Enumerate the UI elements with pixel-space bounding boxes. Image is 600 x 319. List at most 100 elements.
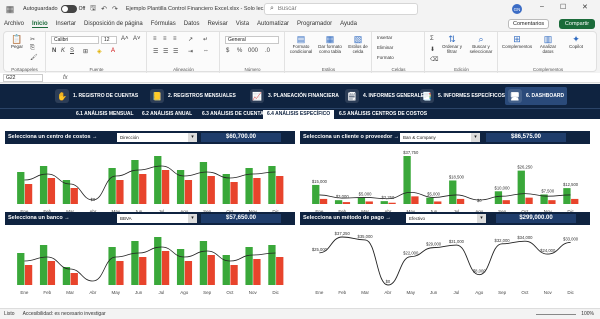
font-color-icon[interactable]: A — [111, 48, 115, 54]
share-button[interactable]: Compartir — [559, 19, 595, 29]
delete-cells-button[interactable]: Eliminar — [377, 45, 393, 50]
comma-icon[interactable]: 000 — [248, 48, 258, 54]
dropdown-arrow-icon[interactable]: ▾ — [188, 214, 197, 223]
format-as-table-label: Dar formato como tabla — [318, 44, 342, 54]
group-label: Celdas — [391, 67, 406, 72]
format-painter-icon[interactable]: 🖌 — [30, 54, 38, 61]
borders-icon[interactable]: ⊞ — [83, 48, 88, 55]
font-name-select[interactable]: Calibri — [51, 36, 99, 44]
maximize-icon[interactable]: ☐ — [560, 3, 566, 11]
autosum-icon[interactable]: Σ — [430, 36, 434, 42]
undo-icon[interactable]: ↶ — [101, 5, 107, 13]
bar-income-8 — [199, 241, 208, 285]
insert-cells-button[interactable]: Insertar — [377, 35, 392, 40]
currency-icon[interactable]: $ — [226, 48, 229, 54]
sub-tab-1[interactable]: 6.1 ANÁLISIS MENSUAL — [72, 110, 138, 119]
align-center-icon[interactable]: ☰ — [163, 48, 168, 55]
sub-tab-3[interactable]: 6.3 ANÁLISIS DE CUENTAS — [198, 110, 271, 119]
dropdown-arrow-icon[interactable]: ▾ — [471, 133, 480, 142]
grow-font-icon[interactable]: A˄ — [121, 36, 129, 42]
comments-button[interactable]: Comentarios — [508, 19, 550, 29]
nav-tab-6[interactable]: 🖥 6. DASHBOARD — [505, 87, 568, 105]
addins-button[interactable]: ⊞ Complementos — [501, 34, 533, 49]
menu-item-6[interactable]: Revisar — [207, 21, 227, 27]
clear-icon[interactable]: ⌫ — [430, 56, 438, 63]
client-select[interactable]: Ban & Company ▾ — [400, 133, 480, 142]
cut-icon[interactable]: ✂ — [30, 36, 35, 43]
fx-icon[interactable]: fx — [63, 75, 68, 81]
menu-item-7[interactable]: Vista — [236, 21, 249, 27]
number-format-select[interactable]: General — [225, 36, 279, 44]
avatar[interactable]: GN — [512, 4, 522, 14]
italic-icon[interactable]: K — [61, 48, 65, 54]
search-input[interactable] — [277, 6, 398, 12]
align-bottom-icon[interactable]: ≡ — [173, 36, 177, 42]
format-as-table-button[interactable]: ▦ Dar formato como tabla — [316, 34, 344, 54]
nav-tab-2[interactable]: 📒 2. REGISTROS MENSUALES — [150, 87, 236, 105]
underline-icon[interactable]: S — [70, 48, 74, 54]
align-middle-icon[interactable]: ≡ — [163, 36, 167, 42]
x-tick-label-3: Abr — [384, 290, 392, 295]
panel-header: Selecciona un banco → BBVA ▾ $57,650.00 — [5, 212, 295, 225]
search-box[interactable]: ⌕ — [264, 3, 418, 15]
shrink-font-icon[interactable]: A˅ — [133, 36, 141, 42]
align-left-icon[interactable]: ☰ — [153, 48, 158, 55]
menu-item-8[interactable]: Automatizar — [257, 21, 289, 27]
conditional-format-button[interactable]: ▤ Formato condicional — [288, 34, 314, 54]
bold-icon[interactable]: N — [52, 48, 56, 54]
fill-icon[interactable]: ⬇ — [430, 46, 435, 53]
zoom-level[interactable]: 100% — [581, 311, 594, 317]
close-icon[interactable]: ✕ — [582, 3, 588, 11]
percent-icon[interactable]: % — [237, 48, 242, 54]
decimal-icon[interactable]: .0 — [265, 48, 270, 54]
merge-icon[interactable]: ⇔ — [203, 48, 209, 54]
nav-tab-1[interactable]: ✋ 1. REGISTRO DE CUENTAS — [55, 87, 138, 105]
accessibility-status[interactable]: Accesibilidad: es necesario investigar — [23, 311, 106, 317]
autosave-toggle[interactable] — [60, 5, 77, 13]
cell-styles-button[interactable]: ▧ Estilos de celda — [346, 34, 370, 54]
menu-item-4[interactable]: Fórmulas — [151, 21, 176, 27]
paste-button[interactable]: 📋 Pegar — [8, 34, 26, 49]
menu-item-5[interactable]: Datos — [184, 21, 200, 27]
cost-center-select[interactable]: Dirección ▾ — [117, 133, 197, 142]
wrap-text-icon[interactable]: ↵ — [203, 36, 208, 43]
sub-tab-4[interactable]: 6.4 ANÁLISIS ESPECÍFICO — [263, 110, 335, 119]
bar-income-6 — [449, 180, 457, 204]
menu-item-2[interactable]: Insertar — [56, 21, 76, 27]
fill-color-icon[interactable]: ◈ — [97, 48, 102, 55]
nav-tab-5[interactable]: 📑 5. INFORMES ESPECÍFICOS — [420, 87, 505, 105]
align-right-icon[interactable]: ☰ — [173, 48, 178, 55]
copilot-button[interactable]: ✦ Copilot — [563, 34, 589, 49]
name-box[interactable]: G22 — [3, 73, 43, 82]
minimize-icon[interactable]: – — [540, 3, 544, 10]
sub-tab-2[interactable]: 6.2 ANÁLISIS ANUAL — [138, 110, 196, 119]
orientation-icon[interactable]: ↗ — [188, 36, 193, 43]
find-select-label: Buscar y seleccionar — [469, 44, 493, 54]
find-select-button[interactable]: ⌕ Buscar y seleccionar — [466, 34, 496, 54]
menu-item-1[interactable]: Inicio — [32, 21, 48, 28]
redo-icon[interactable]: ↷ — [112, 5, 118, 13]
zoom-slider[interactable] — [536, 314, 576, 315]
align-top-icon[interactable]: ≡ — [153, 36, 157, 42]
bar-expense-2 — [365, 201, 373, 204]
bank-select[interactable]: BBVA ▾ — [117, 214, 197, 223]
format-cells-button[interactable]: Formato — [377, 55, 394, 60]
save-icon[interactable]: 🖫 — [90, 4, 96, 15]
nav-tab-4[interactable]: 🗒 4. INFORMES GENERALES — [345, 87, 427, 105]
menu-item-10[interactable]: Ayuda — [340, 21, 357, 27]
menu-item-0[interactable]: Archivo — [4, 21, 24, 27]
analyze-data-button[interactable]: ▥ Analizar datos — [535, 34, 561, 54]
dropdown-arrow-icon[interactable]: ▾ — [188, 133, 197, 142]
bar-expense-10 — [253, 259, 261, 285]
sort-filter-button[interactable]: ⇅ Ordenar y filtrar — [440, 34, 464, 54]
panel-header: Selecciona un método de pago → Efectivo ▾… — [300, 212, 590, 225]
font-size-select[interactable]: 12 — [101, 36, 117, 44]
menu-item-3[interactable]: Disposición de página — [84, 21, 143, 27]
dropdown-arrow-icon[interactable]: ▾ — [477, 214, 486, 223]
copy-icon[interactable]: ⎘ — [30, 45, 35, 52]
payment-method-select[interactable]: Efectivo ▾ — [406, 214, 486, 223]
indent-icon[interactable]: ⇥ — [188, 48, 193, 55]
sub-tab-5[interactable]: 6.5 ANÁLISIS CENTROS DE COSTOS — [335, 110, 431, 119]
nav-tab-3[interactable]: 📈 3. PLANEACIÓN FINANCIERA — [250, 87, 339, 105]
menu-item-9[interactable]: Programador — [297, 21, 332, 27]
